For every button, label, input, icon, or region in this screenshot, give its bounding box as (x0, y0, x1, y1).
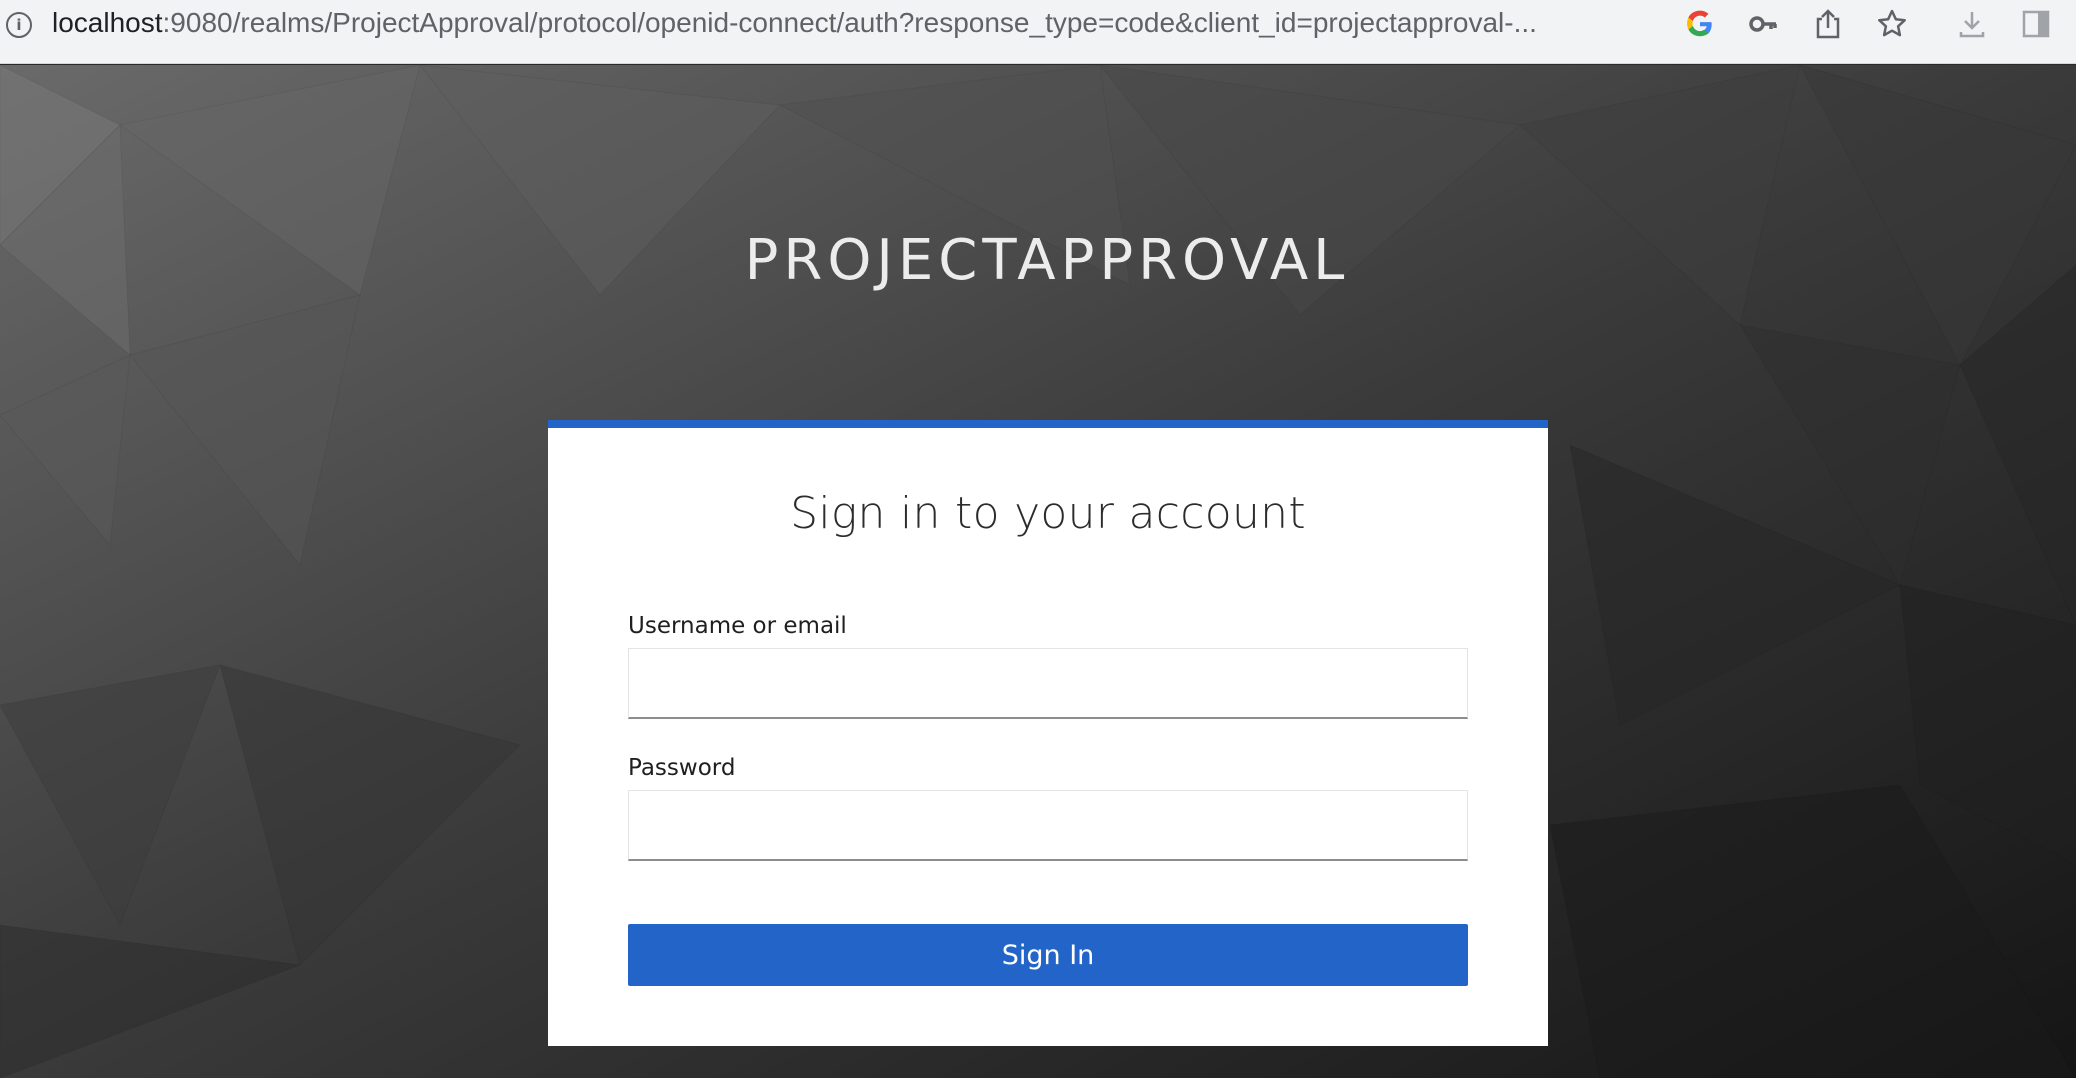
info-icon[interactable]: i (6, 12, 32, 38)
sign-in-button[interactable]: Sign In (628, 924, 1468, 986)
star-icon[interactable] (1872, 4, 1912, 44)
login-card: Sign in to your account Username or emai… (548, 420, 1548, 1046)
username-label: Username or email (628, 613, 847, 639)
realm-title: PROJECTAPPROVAL (744, 228, 1350, 293)
google-icon[interactable] (1680, 4, 1720, 44)
url-field[interactable]: localhost:9080/realms/ProjectApproval/pr… (52, 6, 1652, 40)
password-label: Password (628, 755, 736, 781)
sidebar-icon[interactable] (2016, 4, 2056, 44)
password-input[interactable] (628, 790, 1468, 861)
browser-address-bar: i localhost:9080/realms/ProjectApproval/… (0, 0, 2076, 64)
url-path: :9080/realms/ProjectApproval/protocol/op… (162, 7, 1537, 38)
download-icon[interactable] (1952, 4, 1992, 44)
url-host: localhost (52, 7, 163, 38)
login-title: Sign in to your account (790, 488, 1306, 539)
username-input[interactable] (628, 648, 1468, 719)
key-icon[interactable] (1743, 4, 1783, 44)
share-icon[interactable] (1808, 4, 1848, 44)
